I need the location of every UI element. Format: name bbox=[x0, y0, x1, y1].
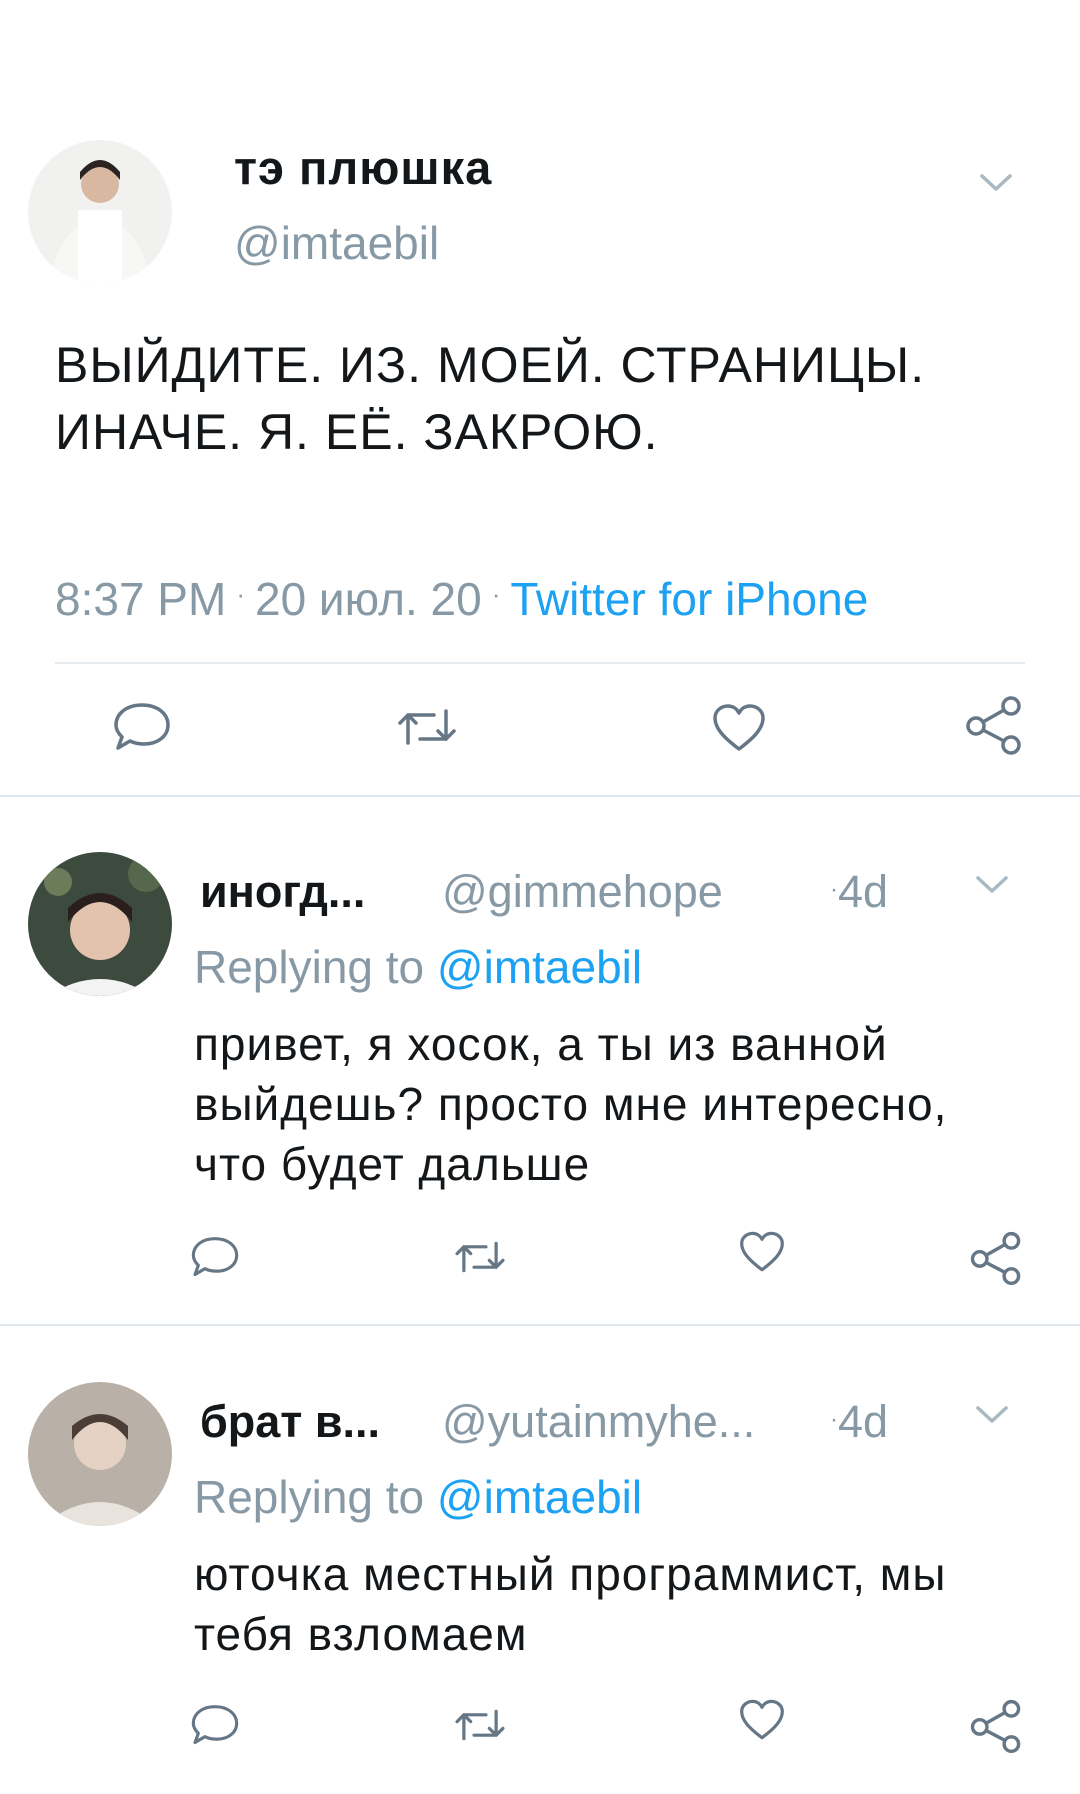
main-handle[interactable]: @imtaebil bbox=[234, 216, 439, 270]
reply-bubble-icon[interactable] bbox=[190, 1702, 240, 1748]
divider bbox=[55, 662, 1025, 664]
tweet-text: ВЫЙДИТЕ. ИЗ. МОЕЙ. СТРАНИЦЫ. ИНАЧЕ. Я. Е… bbox=[55, 337, 926, 460]
retweet-icon[interactable] bbox=[452, 1236, 508, 1278]
reply-text: привет, я хосок, а ты из ванной выйдешь?… bbox=[194, 1018, 948, 1190]
replying-to: Replying to @imtaebil bbox=[194, 940, 642, 994]
section-divider bbox=[0, 1324, 1080, 1326]
heart-icon[interactable] bbox=[738, 1698, 786, 1742]
reply-time: ·4d bbox=[830, 1396, 888, 1448]
heart-icon[interactable] bbox=[738, 1230, 786, 1274]
retweet-icon[interactable] bbox=[452, 1704, 508, 1746]
replying-to-link[interactable]: @imtaebil bbox=[437, 941, 642, 993]
tweet-meta: 8:37 PM · 20 июл. 20 · Twitter for iPhone bbox=[55, 572, 868, 626]
chevron-down-icon[interactable] bbox=[978, 172, 1014, 194]
share-icon[interactable] bbox=[968, 1230, 1024, 1286]
share-icon[interactable] bbox=[968, 1698, 1024, 1754]
chevron-down-icon[interactable] bbox=[974, 1404, 1010, 1426]
reply-avatar[interactable] bbox=[28, 852, 172, 996]
tweet-date: 20 июл. 20 bbox=[254, 573, 482, 625]
reply-time: ·4d bbox=[830, 866, 888, 918]
reply-display-name[interactable]: иногд... bbox=[200, 866, 365, 918]
replying-to-link[interactable]: @imtaebil bbox=[437, 1471, 642, 1523]
main-avatar[interactable] bbox=[28, 140, 172, 284]
meta-separator: · bbox=[830, 876, 838, 903]
meta-separator: · bbox=[830, 1406, 838, 1433]
reply-handle[interactable]: @yutainmyhe... bbox=[442, 1396, 755, 1448]
tweet-time: 8:37 PM bbox=[55, 573, 227, 625]
reply-bubble-icon[interactable] bbox=[112, 700, 172, 754]
reply-display-name[interactable]: брат в... bbox=[200, 1396, 380, 1448]
section-divider bbox=[0, 795, 1080, 797]
meta-separator: · bbox=[236, 579, 245, 610]
reply-avatar[interactable] bbox=[28, 1382, 172, 1526]
reply-bubble-icon[interactable] bbox=[190, 1234, 240, 1280]
reply-time-value: 4d bbox=[838, 1396, 889, 1447]
reply-text: юточка местный программист, мы тебя взло… bbox=[194, 1548, 947, 1660]
tweet-source-link[interactable]: Twitter for iPhone bbox=[510, 573, 868, 625]
meta-separator: · bbox=[491, 579, 501, 610]
heart-icon[interactable] bbox=[711, 702, 767, 754]
main-display-name[interactable]: тэ плюшка bbox=[234, 140, 492, 195]
replying-prefix: Replying to bbox=[194, 941, 425, 993]
share-icon[interactable] bbox=[963, 694, 1025, 756]
retweet-icon[interactable] bbox=[394, 703, 460, 751]
replying-to: Replying to @imtaebil bbox=[194, 1470, 642, 1524]
chevron-down-icon[interactable] bbox=[974, 874, 1010, 896]
replying-prefix: Replying to bbox=[194, 1471, 425, 1523]
reply-handle[interactable]: @gimmehope bbox=[442, 866, 723, 918]
reply-time-value: 4d bbox=[838, 866, 889, 917]
